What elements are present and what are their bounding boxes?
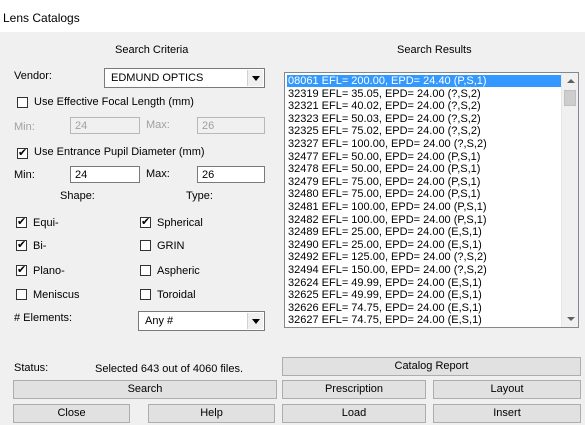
type-header: Type: bbox=[186, 190, 213, 202]
shape-meniscus-label: Meniscus bbox=[33, 289, 80, 301]
shape-plano-checkbox[interactable] bbox=[16, 263, 27, 276]
list-item[interactable]: 32481 EFL= 100.00, EPD= 24.00 (P,S,1) bbox=[287, 201, 564, 213]
shape-equi-checkbox[interactable] bbox=[16, 215, 27, 228]
list-item[interactable]: 32626 EFL= 74.75, EPD= 24.00 (E,S,1) bbox=[287, 302, 564, 314]
vendor-select[interactable]: EDMUND OPTICS bbox=[104, 68, 265, 88]
list-item[interactable]: 08061 EFL= 200.00, EPD= 24.40 (P,S,1) bbox=[287, 75, 564, 87]
results-scrollbar[interactable] bbox=[561, 73, 578, 327]
epd-max-field[interactable]: 26 bbox=[197, 166, 265, 183]
close-button[interactable]: Close bbox=[13, 404, 130, 423]
list-item[interactable]: 32477 EFL= 50.00, EPD= 24.00 (P,S,1) bbox=[287, 151, 564, 163]
chevron-down-icon[interactable] bbox=[247, 313, 263, 329]
shape-bi-checkbox[interactable] bbox=[16, 238, 27, 251]
title-bar[interactable]: Lens Catalogs bbox=[0, 0, 585, 32]
efl-max-label: Max: bbox=[146, 119, 170, 131]
elements-select[interactable]: Any # bbox=[138, 311, 265, 331]
type-toroidal-label: Toroidal bbox=[157, 289, 196, 301]
vendor-select-value: EDMUND OPTICS bbox=[111, 72, 204, 84]
load-button[interactable]: Load bbox=[282, 404, 426, 423]
vendor-label: Vendor: bbox=[14, 70, 52, 82]
list-item[interactable]: 32627 EFL= 74.75, EPD= 24.00 (E,S,1) bbox=[287, 314, 564, 326]
search-results-list[interactable]: 08061 EFL= 200.00, EPD= 24.40 (P,S,1) 323… bbox=[284, 72, 579, 328]
list-item[interactable]: 32490 EFL= 25.00, EPD= 24.00 (E,S,1) bbox=[287, 239, 564, 251]
scroll-up-icon[interactable] bbox=[562, 73, 578, 89]
list-item[interactable]: 32479 EFL= 75.00, EPD= 24.00 (P,S,1) bbox=[287, 176, 564, 188]
type-spherical-checkbox[interactable] bbox=[140, 215, 151, 228]
efl-min-field[interactable]: 24 bbox=[70, 117, 140, 134]
shape-equi-label: Equi- bbox=[33, 217, 59, 229]
efl-checkbox[interactable] bbox=[17, 97, 28, 108]
shape-meniscus-checkbox[interactable] bbox=[16, 289, 27, 300]
shape-plano-label: Plano- bbox=[33, 265, 65, 277]
type-grin-label: GRIN bbox=[157, 240, 185, 252]
list-item[interactable]: 32625 EFL= 49.99, EPD= 24.00 (E,S,1) bbox=[287, 289, 564, 301]
layout-button[interactable]: Layout bbox=[433, 380, 581, 399]
list-item[interactable]: 32489 EFL= 25.00, EPD= 24.00 (E,S,1) bbox=[287, 226, 564, 238]
status-text: Selected 643 out of 4060 files. bbox=[95, 363, 243, 375]
list-item[interactable]: 32624 EFL= 49.99, EPD= 24.00 (E,S,1) bbox=[287, 277, 564, 289]
epd-min-label: Min: bbox=[14, 169, 35, 181]
status-label: Status: bbox=[14, 362, 49, 374]
search-button[interactable]: Search bbox=[13, 380, 277, 399]
elements-label: # Elements: bbox=[14, 312, 73, 324]
scrollbar-thumb[interactable] bbox=[564, 90, 576, 106]
type-spherical-label: Spherical bbox=[157, 217, 203, 229]
prescription-button[interactable]: Prescription bbox=[282, 380, 426, 399]
list-item[interactable]: 32482 EFL= 100.00, EPD= 24.00 (P,S,1) bbox=[287, 214, 564, 226]
list-item[interactable]: 32480 EFL= 75.00, EPD= 24.00 (P,S,1) bbox=[287, 188, 564, 200]
list-item[interactable]: 32327 EFL= 100.00, EPD= 24.00 (?,S,2) bbox=[287, 138, 564, 150]
efl-max-field[interactable]: 26 bbox=[197, 117, 265, 134]
elements-select-value: Any # bbox=[145, 315, 174, 327]
epd-checkbox[interactable] bbox=[17, 146, 28, 159]
list-item[interactable]: 32492 EFL= 125.00, EPD= 24.00 (?,S,2) bbox=[287, 251, 564, 263]
scroll-down-icon[interactable] bbox=[562, 311, 578, 327]
list-item[interactable]: 32319 EFL= 35.05, EPD= 24.00 (?,S,2) bbox=[287, 88, 564, 100]
list-item[interactable]: 32494 EFL= 150.00, EPD= 24.00 (?,S,2) bbox=[287, 264, 564, 276]
catalog-report-button[interactable]: Catalog Report bbox=[282, 357, 581, 376]
window-title: Lens Catalogs bbox=[3, 11, 80, 25]
insert-button[interactable]: Insert bbox=[433, 404, 581, 423]
efl-min-label: Min: bbox=[14, 121, 35, 133]
list-item[interactable]: 32321 EFL= 40.02, EPD= 24.00 (?,S,2) bbox=[287, 100, 564, 112]
type-aspheric-label: Aspheric bbox=[157, 265, 200, 277]
list-item[interactable]: 32478 EFL= 50.00, EPD= 24.00 (P,S,1) bbox=[287, 163, 564, 175]
epd-label: Use Entrance Pupil Diameter (mm) bbox=[34, 146, 205, 158]
help-button[interactable]: Help bbox=[148, 404, 275, 423]
type-aspheric-checkbox[interactable] bbox=[140, 265, 151, 276]
search-criteria-header: Search Criteria bbox=[115, 44, 189, 56]
shape-bi-label: Bi- bbox=[33, 240, 47, 252]
list-item[interactable]: 32325 EFL= 75.02, EPD= 24.00 (?,S,2) bbox=[287, 125, 564, 137]
epd-min-field[interactable]: 24 bbox=[70, 166, 140, 183]
type-grin-checkbox[interactable] bbox=[140, 240, 151, 251]
efl-label: Use Effective Focal Length (mm) bbox=[34, 96, 194, 108]
chevron-down-icon[interactable] bbox=[247, 70, 263, 86]
type-toroidal-checkbox[interactable] bbox=[140, 289, 151, 300]
epd-max-label: Max: bbox=[146, 168, 170, 180]
search-results-header: Search Results bbox=[397, 44, 472, 56]
list-item[interactable]: 32323 EFL= 50.03, EPD= 24.00 (?,S,2) bbox=[287, 113, 564, 125]
shape-header: Shape: bbox=[60, 190, 95, 202]
